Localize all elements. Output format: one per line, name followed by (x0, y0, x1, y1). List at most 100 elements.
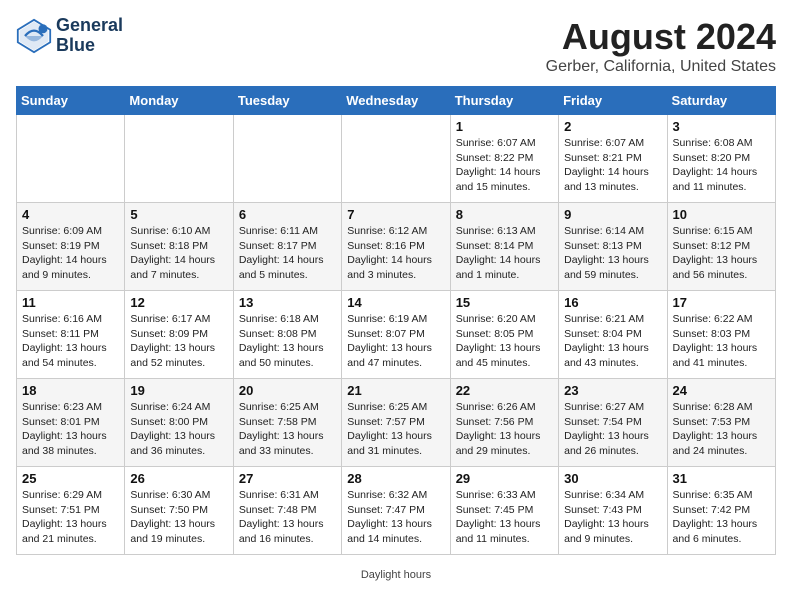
day-info: Sunrise: 6:28 AM Sunset: 7:53 PM Dayligh… (673, 400, 770, 459)
day-number: 18 (22, 383, 119, 398)
logo: General Blue (16, 16, 123, 56)
day-number: 21 (347, 383, 444, 398)
logo-line1: General (56, 16, 123, 36)
day-number: 15 (456, 295, 553, 310)
calendar-cell: 19 Sunrise: 6:24 AM Sunset: 8:00 PM Dayli… (125, 379, 233, 467)
day-info: Sunrise: 6:30 AM Sunset: 7:50 PM Dayligh… (130, 488, 227, 547)
day-info: Sunrise: 6:25 AM Sunset: 7:58 PM Dayligh… (239, 400, 336, 459)
location-title: Gerber, California, United States (546, 58, 776, 76)
day-info: Sunrise: 6:26 AM Sunset: 7:56 PM Dayligh… (456, 400, 553, 459)
calendar-cell: 9 Sunrise: 6:14 AM Sunset: 8:13 PM Daylig… (559, 203, 667, 291)
day-info: Sunrise: 6:23 AM Sunset: 8:01 PM Dayligh… (22, 400, 119, 459)
col-thursday: Thursday (450, 87, 558, 115)
day-info: Sunrise: 6:27 AM Sunset: 7:54 PM Dayligh… (564, 400, 661, 459)
calendar-cell: 1Sunrise: 6:07 AM Sunset: 8:22 PM Daylig… (450, 115, 558, 203)
calendar-week-row: 25Sunrise: 6:29 AM Sunset: 7:51 PM Dayli… (17, 467, 776, 555)
day-number: 27 (239, 471, 336, 486)
col-wednesday: Wednesday (342, 87, 450, 115)
col-sunday: Sunday (17, 87, 125, 115)
calendar-cell: 23 Sunrise: 6:27 AM Sunset: 7:54 PM Dayli… (559, 379, 667, 467)
calendar-cell: 17 Sunrise: 6:22 AM Sunset: 8:03 PM Dayli… (667, 291, 775, 379)
day-info: Sunrise: 6:31 AM Sunset: 7:48 PM Dayligh… (239, 488, 336, 547)
day-number: 24 (673, 383, 770, 398)
calendar-header-row: Sunday Monday Tuesday Wednesday Thursday… (17, 87, 776, 115)
day-info: Sunrise: 6:07 AM Sunset: 8:22 PM Dayligh… (456, 136, 553, 195)
day-info: Sunrise: 6:14 AM Sunset: 8:13 PM Dayligh… (564, 224, 661, 283)
day-number: 13 (239, 295, 336, 310)
calendar-cell: 27 Sunrise: 6:31 AM Sunset: 7:48 PM Dayli… (233, 467, 341, 555)
day-info: Sunrise: 6:19 AM Sunset: 8:07 PM Dayligh… (347, 312, 444, 371)
calendar-cell: 31Sunrise: 6:35 AM Sunset: 7:42 PM Dayli… (667, 467, 775, 555)
day-number: 30 (564, 471, 661, 486)
day-number: 2 (564, 119, 661, 134)
day-number: 12 (130, 295, 227, 310)
title-area: August 2024 Gerber, California, United S… (546, 16, 776, 76)
day-number: 20 (239, 383, 336, 398)
calendar-cell: 30 Sunrise: 6:34 AM Sunset: 7:43 PM Dayli… (559, 467, 667, 555)
day-info: Sunrise: 6:15 AM Sunset: 8:12 PM Dayligh… (673, 224, 770, 283)
calendar-cell: 11 Sunrise: 6:16 AM Sunset: 8:11 PM Dayli… (17, 291, 125, 379)
day-number: 5 (130, 207, 227, 222)
day-info: Sunrise: 6:24 AM Sunset: 8:00 PM Dayligh… (130, 400, 227, 459)
calendar-cell: 12 Sunrise: 6:17 AM Sunset: 8:09 PM Dayli… (125, 291, 233, 379)
day-info: Sunrise: 6:08 AM Sunset: 8:20 PM Dayligh… (673, 136, 770, 195)
day-number: 31 (673, 471, 770, 486)
day-info: Sunrise: 6:13 AM Sunset: 8:14 PM Dayligh… (456, 224, 553, 283)
calendar-cell: 10Sunrise: 6:15 AM Sunset: 8:12 PM Dayli… (667, 203, 775, 291)
day-info: Sunrise: 6:34 AM Sunset: 7:43 PM Dayligh… (564, 488, 661, 547)
calendar-cell: 6 Sunrise: 6:11 AM Sunset: 8:17 PM Daylig… (233, 203, 341, 291)
page-container: General Blue August 2024 Gerber, Califor… (16, 16, 776, 581)
calendar-cell: 18 Sunrise: 6:23 AM Sunset: 8:01 PM Dayli… (17, 379, 125, 467)
day-info: Sunrise: 6:11 AM Sunset: 8:17 PM Dayligh… (239, 224, 336, 283)
logo-icon (16, 18, 52, 54)
calendar-cell: 25Sunrise: 6:29 AM Sunset: 7:51 PM Dayli… (17, 467, 125, 555)
calendar-week-row: 18 Sunrise: 6:23 AM Sunset: 8:01 PM Dayli… (17, 379, 776, 467)
day-number: 23 (564, 383, 661, 398)
day-number: 17 (673, 295, 770, 310)
calendar-cell: 4Sunrise: 6:09 AM Sunset: 8:19 PM Daylig… (17, 203, 125, 291)
day-number: 14 (347, 295, 444, 310)
day-info: Sunrise: 6:21 AM Sunset: 8:04 PM Dayligh… (564, 312, 661, 371)
calendar-cell: 5Sunrise: 6:10 AM Sunset: 8:18 PM Daylig… (125, 203, 233, 291)
daylight-note: Daylight hours (361, 569, 431, 581)
day-number: 8 (456, 207, 553, 222)
calendar-cell: 22 Sunrise: 6:26 AM Sunset: 7:56 PM Dayli… (450, 379, 558, 467)
day-info: Sunrise: 6:17 AM Sunset: 8:09 PM Dayligh… (130, 312, 227, 371)
calendar-week-row: 1Sunrise: 6:07 AM Sunset: 8:22 PM Daylig… (17, 115, 776, 203)
day-info: Sunrise: 6:22 AM Sunset: 8:03 PM Dayligh… (673, 312, 770, 371)
day-number: 22 (456, 383, 553, 398)
month-title: August 2024 (546, 16, 776, 58)
calendar-cell: 2 Sunrise: 6:07 AM Sunset: 8:21 PM Daylig… (559, 115, 667, 203)
header: General Blue August 2024 Gerber, Califor… (16, 16, 776, 76)
day-info: Sunrise: 6:16 AM Sunset: 8:11 PM Dayligh… (22, 312, 119, 371)
calendar-cell: 20 Sunrise: 6:25 AM Sunset: 7:58 PM Dayli… (233, 379, 341, 467)
day-info: Sunrise: 6:12 AM Sunset: 8:16 PM Dayligh… (347, 224, 444, 283)
calendar-cell: 28Sunrise: 6:32 AM Sunset: 7:47 PM Dayli… (342, 467, 450, 555)
day-info: Sunrise: 6:25 AM Sunset: 7:57 PM Dayligh… (347, 400, 444, 459)
calendar-week-row: 11 Sunrise: 6:16 AM Sunset: 8:11 PM Dayli… (17, 291, 776, 379)
calendar-cell (125, 115, 233, 203)
calendar-cell: 3 Sunrise: 6:08 AM Sunset: 8:20 PM Daylig… (667, 115, 775, 203)
day-number: 6 (239, 207, 336, 222)
day-number: 19 (130, 383, 227, 398)
calendar-cell: 15 Sunrise: 6:20 AM Sunset: 8:05 PM Dayli… (450, 291, 558, 379)
day-number: 3 (673, 119, 770, 134)
day-number: 28 (347, 471, 444, 486)
logo-line2: Blue (56, 36, 123, 56)
calendar-cell: 7 Sunrise: 6:12 AM Sunset: 8:16 PM Daylig… (342, 203, 450, 291)
calendar-cell: 29Sunrise: 6:33 AM Sunset: 7:45 PM Dayli… (450, 467, 558, 555)
calendar-cell: 26 Sunrise: 6:30 AM Sunset: 7:50 PM Dayli… (125, 467, 233, 555)
calendar-cell (17, 115, 125, 203)
day-info: Sunrise: 6:07 AM Sunset: 8:21 PM Dayligh… (564, 136, 661, 195)
day-info: Sunrise: 6:29 AM Sunset: 7:51 PM Dayligh… (22, 488, 119, 547)
day-number: 11 (22, 295, 119, 310)
day-number: 7 (347, 207, 444, 222)
day-number: 9 (564, 207, 661, 222)
day-info: Sunrise: 6:09 AM Sunset: 8:19 PM Dayligh… (22, 224, 119, 283)
day-number: 26 (130, 471, 227, 486)
calendar-cell: 8 Sunrise: 6:13 AM Sunset: 8:14 PM Daylig… (450, 203, 558, 291)
footer: Daylight hours (16, 561, 776, 581)
col-friday: Friday (559, 87, 667, 115)
day-info: Sunrise: 6:20 AM Sunset: 8:05 PM Dayligh… (456, 312, 553, 371)
day-info: Sunrise: 6:18 AM Sunset: 8:08 PM Dayligh… (239, 312, 336, 371)
